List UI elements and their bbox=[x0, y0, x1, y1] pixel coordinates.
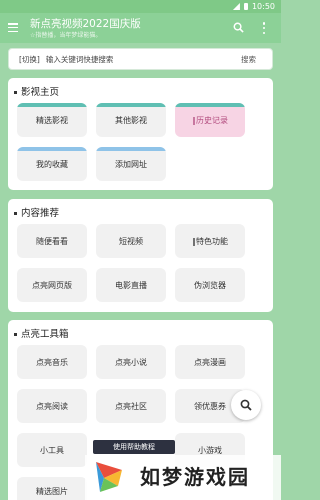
floating-search-button[interactable] bbox=[231, 390, 261, 420]
search-bar: [切换] 搜索 bbox=[8, 48, 273, 70]
status-time: 10:50 bbox=[251, 2, 275, 11]
search-icon[interactable] bbox=[233, 22, 244, 33]
add-url-button[interactable]: 添加网址 bbox=[96, 147, 166, 181]
help-toast[interactable]: 使用帮助教程 bbox=[93, 440, 175, 454]
recommend-panel: 内容推荐 随便看看 短视频 ‖特色功能 点亮网页版 电影直播 伪浏览器 bbox=[8, 199, 273, 312]
special-features-button[interactable]: ‖特色功能 bbox=[175, 224, 245, 258]
switch-button[interactable]: [切换] bbox=[9, 54, 40, 65]
battery-icon bbox=[243, 3, 248, 10]
short-video-button[interactable]: 短视频 bbox=[96, 224, 166, 258]
watermark-text: 如梦游戏园 bbox=[140, 465, 250, 489]
watermark-logo-icon bbox=[96, 462, 122, 492]
home-panel: 影视主页 精选影视 其他影视 ‖历史记录 我的收藏 添加网址 bbox=[8, 78, 273, 190]
other-movies-button[interactable]: 其他影视 bbox=[96, 103, 166, 137]
signal-icon bbox=[232, 3, 240, 10]
menu-icon[interactable] bbox=[8, 23, 18, 33]
app-subtitle: ☆指替播，当年梦绿能猫。 bbox=[30, 32, 102, 39]
section-title-recommend: 内容推荐 bbox=[14, 205, 59, 219]
app-title: 新点亮视频2022国庆版 bbox=[30, 18, 141, 30]
tools-button[interactable]: 小工具 bbox=[17, 433, 87, 467]
more-options-icon[interactable] bbox=[262, 22, 266, 34]
comic-button[interactable]: 点亮漫画 bbox=[175, 345, 245, 379]
featured-movies-button[interactable]: 精选影视 bbox=[17, 103, 87, 137]
status-bar: 10:50 bbox=[0, 0, 281, 13]
pseudo-browser-button[interactable]: 伪浏览器 bbox=[175, 268, 245, 302]
random-watch-button[interactable]: 随便看看 bbox=[17, 224, 87, 258]
reading-button[interactable]: 点亮阅读 bbox=[17, 389, 87, 423]
music-button[interactable]: 点亮音乐 bbox=[17, 345, 87, 379]
favorites-button[interactable]: 我的收藏 bbox=[17, 147, 87, 181]
pictures-button[interactable]: 精选图片 bbox=[17, 477, 87, 500]
search-button[interactable]: 搜索 bbox=[241, 54, 256, 65]
novel-button[interactable]: 点亮小说 bbox=[96, 345, 166, 379]
search-icon bbox=[240, 399, 252, 411]
web-version-button[interactable]: 点亮网页版 bbox=[17, 268, 87, 302]
section-title-home: 影视主页 bbox=[14, 84, 59, 98]
community-button[interactable]: 点亮社区 bbox=[96, 389, 166, 423]
search-input[interactable] bbox=[45, 54, 206, 64]
movie-live-button[interactable]: 电影直播 bbox=[96, 268, 166, 302]
app-bar: 新点亮视频2022国庆版 ☆指替播，当年梦绿能猫。 bbox=[0, 13, 281, 43]
history-button[interactable]: ‖历史记录 bbox=[175, 103, 245, 137]
section-title-tools: 点亮工具箱 bbox=[14, 326, 69, 340]
